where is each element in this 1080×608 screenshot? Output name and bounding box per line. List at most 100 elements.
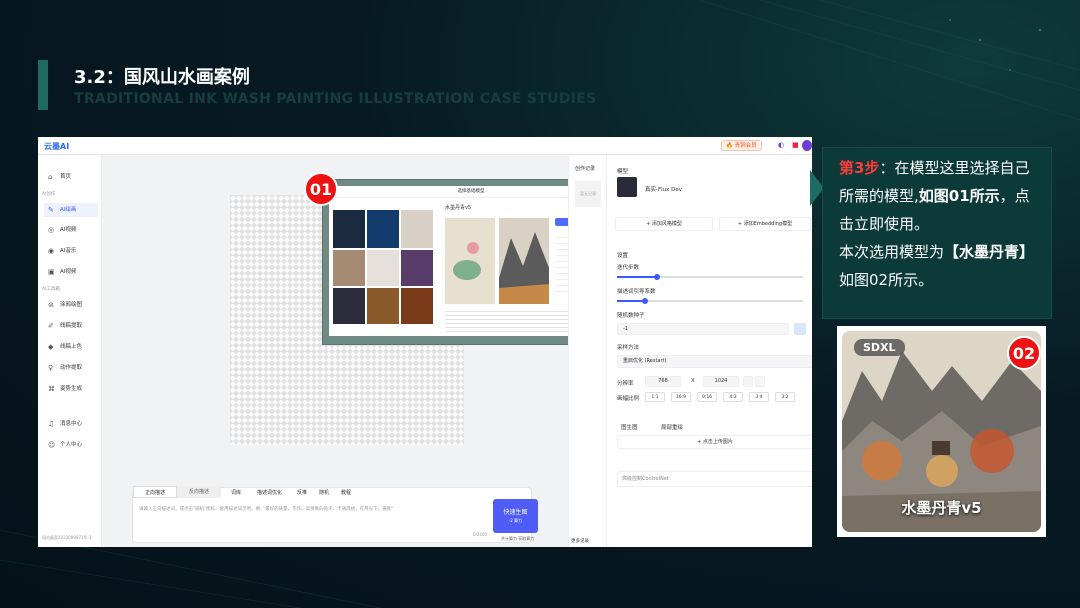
resolution-label: 分辨率 xyxy=(617,381,634,387)
tab-negative[interactable]: 反向描述 xyxy=(177,486,221,498)
sidebar-item-motion[interactable]: ♀ 动作提取 xyxy=(44,361,98,375)
film-icon: ▣ xyxy=(48,268,55,276)
tab-positive[interactable]: 正向描述 xyxy=(133,486,177,498)
model-thumb[interactable] xyxy=(367,210,399,248)
model-thumb[interactable] xyxy=(401,250,433,286)
model-thumb[interactable] xyxy=(333,288,365,324)
prompt-counter: 0/2000 xyxy=(473,532,488,537)
sidebar-item-ai-video[interactable]: ◎ AI视频 xyxy=(44,223,98,237)
add-style-model-button[interactable]: + 添加风格模型 xyxy=(615,217,713,231)
sidebar-item-ai-film[interactable]: ▣ AI视频 xyxy=(44,265,98,279)
instruction-panel: 第3步：在模型这里选择自己所需的模型,如图01所示，点击立即使用。 本次选用模型… xyxy=(822,147,1052,319)
seed-input[interactable]: -1 xyxy=(617,323,789,335)
theme-icon[interactable]: ◐ xyxy=(774,140,788,151)
history-tab[interactable]: 创作记录 xyxy=(575,165,595,172)
model-label: 模型 xyxy=(617,169,629,175)
tool-lexicon[interactable]: 词库 xyxy=(231,489,241,496)
app-logo[interactable]: 云墨AI xyxy=(44,141,69,152)
steps-slider[interactable] xyxy=(617,274,803,280)
sidebar-item-profile[interactable]: ☺ 个人中心 xyxy=(44,438,98,452)
doodle-icon: ⊘ xyxy=(48,301,54,309)
badge-01: 01 xyxy=(304,172,338,206)
model-thumb[interactable] xyxy=(367,250,399,286)
model-thumb[interactable] xyxy=(401,210,433,248)
sidebar-group-ai: AI创作 xyxy=(42,192,56,197)
sampler-select[interactable]: 重启优化 (Restart) xyxy=(617,355,812,368)
upload-button[interactable]: + 点击上传图片 xyxy=(617,435,812,449)
instruction-text: 第3步：在模型这里选择自己所需的模型,如图01所示，点击立即使用。 本次选用模型… xyxy=(839,159,1035,289)
prompt-input[interactable]: 请输入正向描述词，或点击"随机"图标、套用描述词示例。例: "最好的质量，杰作，… xyxy=(139,506,439,512)
brush-icon: ✎ xyxy=(48,206,54,214)
avatar[interactable] xyxy=(802,140,812,151)
cfg-slider[interactable] xyxy=(617,298,803,304)
ratio-1-1[interactable]: 1:1 xyxy=(645,392,665,402)
model-value[interactable]: 真实-Flux Dev xyxy=(645,185,682,193)
resolution-x: X xyxy=(691,378,695,384)
prompt-box: 正向描述 反向描述 词库 描述词优化 反推 随机 教程 请输入正向描述词，或点击… xyxy=(132,486,532,543)
add-embedding-button[interactable]: + 添加Embedding模型 xyxy=(719,217,811,231)
sidebar-item-home[interactable]: ⌂ 首页 xyxy=(44,170,98,184)
ratio-3-2[interactable]: 3:2 xyxy=(775,392,795,402)
user-icon: ☺ xyxy=(48,441,56,449)
vip-button[interactable]: 🔥 青铜会员 xyxy=(721,140,762,151)
ratio-4-3[interactable]: 4:3 xyxy=(723,392,743,402)
model-thumb[interactable] xyxy=(401,288,433,324)
ratio-9-16[interactable]: 9:16 xyxy=(697,392,717,402)
skeleton-icon: ⌘ xyxy=(48,385,55,393)
tool-reverse[interactable]: 反推 xyxy=(297,489,307,496)
badge-02: 02 xyxy=(1007,336,1041,370)
sidebar-item-ai-draw[interactable]: ✎ AI绘画 xyxy=(44,203,98,217)
sidebar-item-messages[interactable]: ♫ 消息中心 xyxy=(44,417,98,431)
bell-icon: ♫ xyxy=(48,420,55,428)
model-card-name: 水墨丹青v5 xyxy=(901,499,982,517)
history-column: 创作记录 暂无记录 更多记录 xyxy=(569,155,607,547)
history-empty: 暂无记录 xyxy=(575,181,601,207)
pose-icon: ♀ xyxy=(48,364,54,372)
generate-button[interactable]: 快速生图 -2 算力 xyxy=(493,499,538,533)
controlnet-panel[interactable]: 高级控制ControlNet xyxy=(617,471,812,487)
tool-optimize[interactable]: 描述词优化 xyxy=(257,489,282,496)
height-input[interactable]: 1024 xyxy=(703,376,739,387)
app-topbar: 云墨AI 🔥 青铜会员 ◐ ■ xyxy=(38,137,812,155)
title-accent-bar xyxy=(38,60,48,110)
app-screenshot: 云墨AI 🔥 青铜会员 ◐ ■ ⌂ 首页 AI创作 ✎ AI绘画 ◎ AI视频 ◉ AI… xyxy=(38,137,812,547)
ratio-label: 画幅比例 xyxy=(617,396,640,402)
dialog-model-name: 水墨丹青v5 xyxy=(445,205,472,211)
gift-icon[interactable]: ■ xyxy=(788,140,803,151)
settings-heading: 设置 xyxy=(617,253,629,259)
dice-icon[interactable] xyxy=(794,323,806,335)
music-icon: ◉ xyxy=(48,247,55,255)
slide-title: 3.2：国风山水画案例 xyxy=(74,67,250,88)
sidebar-item-doodle[interactable]: ⊘ 涂鸦绘图 xyxy=(44,298,98,312)
steps-label: 迭代步数 xyxy=(617,265,640,271)
img2img-tab[interactable]: 图生图 xyxy=(621,423,638,431)
sidebar-group-tools: AI工具箱 xyxy=(42,287,60,292)
preview-image xyxy=(445,218,495,304)
ratio-16-9[interactable]: 16:9 xyxy=(671,392,691,402)
sidebar-item-lineart[interactable]: ✐ 线稿提取 xyxy=(44,319,98,333)
sidebar: ⌂ 首页 AI创作 ✎ AI绘画 ◎ AI视频 ◉ AI音乐 ▣ AI视频 AI工具箱 ⊘… xyxy=(38,155,102,547)
history-more[interactable]: 更多记录 xyxy=(571,538,589,544)
model-thumb[interactable] xyxy=(333,250,365,286)
model-grid xyxy=(333,210,433,332)
tool-tutorial[interactable]: 教程 xyxy=(341,489,351,496)
sidebar-footer: 网站备案2023089871号-3 xyxy=(42,535,92,540)
sidebar-item-ai-music[interactable]: ◉ AI音乐 xyxy=(44,244,98,258)
seed-label: 随机数种子 xyxy=(617,313,645,319)
model-thumb[interactable] xyxy=(333,210,365,248)
tool-random[interactable]: 随机 xyxy=(319,489,329,496)
settings-panel: 创作记录 暂无记录 更多记录 模型 真实-Flux Dev + 添加风格模型 +… xyxy=(568,155,812,547)
credits-link[interactable]: 共计算力 获取算力 xyxy=(501,536,534,542)
swap-icon[interactable] xyxy=(743,376,753,387)
lock-icon[interactable] xyxy=(755,376,765,387)
video-icon: ◎ xyxy=(48,226,55,234)
inpaint-tab[interactable]: 局部重绘 xyxy=(661,423,683,431)
sidebar-item-colorize[interactable]: ◆ 线稿上色 xyxy=(44,340,98,354)
sidebar-item-pose[interactable]: ⌘ 姿势生成 xyxy=(44,382,98,396)
lineart-icon: ✐ xyxy=(48,322,54,330)
model-thumb[interactable] xyxy=(367,288,399,324)
cfg-label: 描述词引导系数 xyxy=(617,289,656,295)
ratio-3-4[interactable]: 3:4 xyxy=(749,392,769,402)
model-thumb-selected[interactable] xyxy=(617,177,637,197)
width-input[interactable]: 768 xyxy=(645,376,681,387)
